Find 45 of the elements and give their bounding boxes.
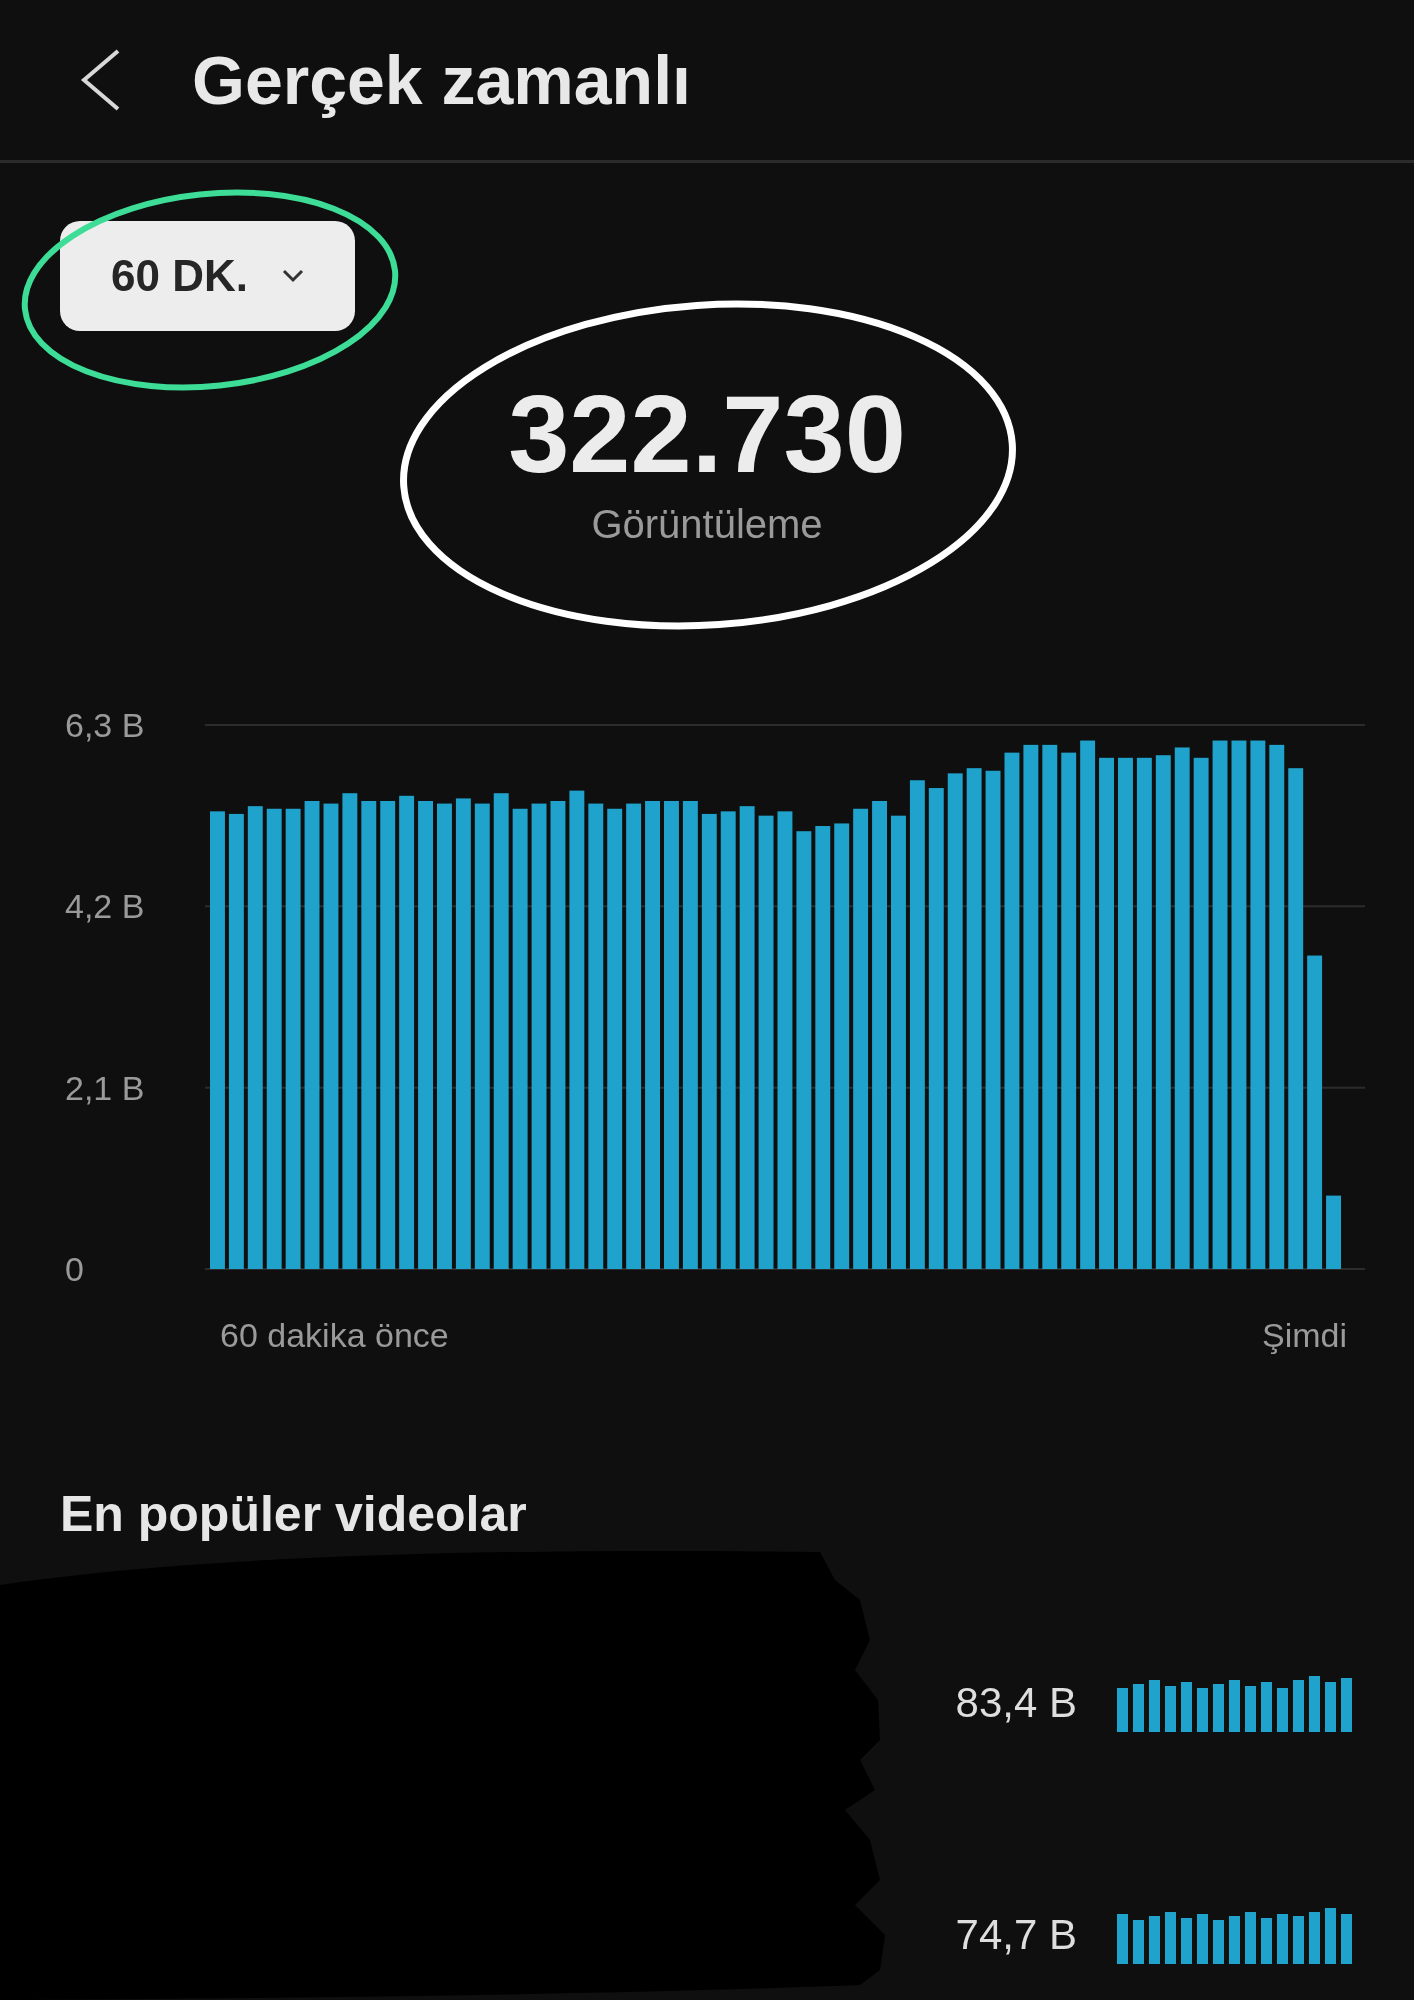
sparkline-bar (1277, 1688, 1288, 1732)
sparkline-bar (1117, 1688, 1128, 1732)
video-views: 83,4 B (955, 1679, 1077, 1727)
sparkline-bar (1229, 1680, 1240, 1732)
sparkline-bar (1245, 1686, 1256, 1732)
sparkline-bar (1181, 1682, 1192, 1732)
sparkline-bar (1181, 1918, 1192, 1964)
sparkline-bar (1309, 1676, 1320, 1732)
sparkline-bar (1133, 1684, 1144, 1732)
sparkline-bar (1197, 1914, 1208, 1964)
sparkline-bar (1341, 1678, 1352, 1732)
y-axis-label: 4,2 B (65, 887, 145, 926)
sparkline-bar (1277, 1914, 1288, 1964)
y-axis-label: 6,3 B (65, 706, 145, 744)
sparkline-bar (1149, 1680, 1160, 1732)
sparkline-bar (1165, 1912, 1176, 1964)
sparkline-bar (1213, 1920, 1224, 1964)
x-axis-label: Şimdi (1261, 1316, 1347, 1354)
page-title: Gerçek zamanlı (192, 41, 691, 119)
sparkline-bar (1309, 1912, 1320, 1964)
sparkline-bar (1325, 1908, 1336, 1964)
total-views-value: 322.730 (508, 373, 906, 494)
sparkline-bar (1325, 1682, 1336, 1732)
sparkline-bar (1165, 1686, 1176, 1732)
sparkline-bar (1341, 1914, 1352, 1964)
y-axis-label: 2,1 B (65, 1068, 145, 1107)
video-views: 74,7 B (955, 1911, 1077, 1959)
sparkline-bar (1197, 1688, 1208, 1732)
back-icon[interactable] (78, 48, 122, 112)
sparkline-bar (1117, 1914, 1128, 1964)
time-range-dropdown[interactable]: 60 DK. (60, 221, 355, 331)
chevron-down-icon (281, 269, 304, 283)
sparkline-bar (1293, 1916, 1304, 1964)
total-views-label: Görüntüleme (591, 502, 823, 547)
sparkline-bar (1293, 1680, 1304, 1732)
sparkline-bar (1213, 1684, 1224, 1732)
y-axis-label: 0 (65, 1250, 84, 1288)
sparkline-bar (1261, 1682, 1272, 1732)
sparkline-bar (1149, 1916, 1160, 1964)
sparkline-bar (1261, 1918, 1272, 1964)
section-heading: En popüler videolar (60, 1485, 528, 1543)
sparkline-bar (1245, 1912, 1256, 1964)
x-axis-label: 60 dakika önce (220, 1316, 449, 1354)
sparkline-bar (1133, 1920, 1144, 1964)
sparkline-bar (1229, 1916, 1240, 1964)
